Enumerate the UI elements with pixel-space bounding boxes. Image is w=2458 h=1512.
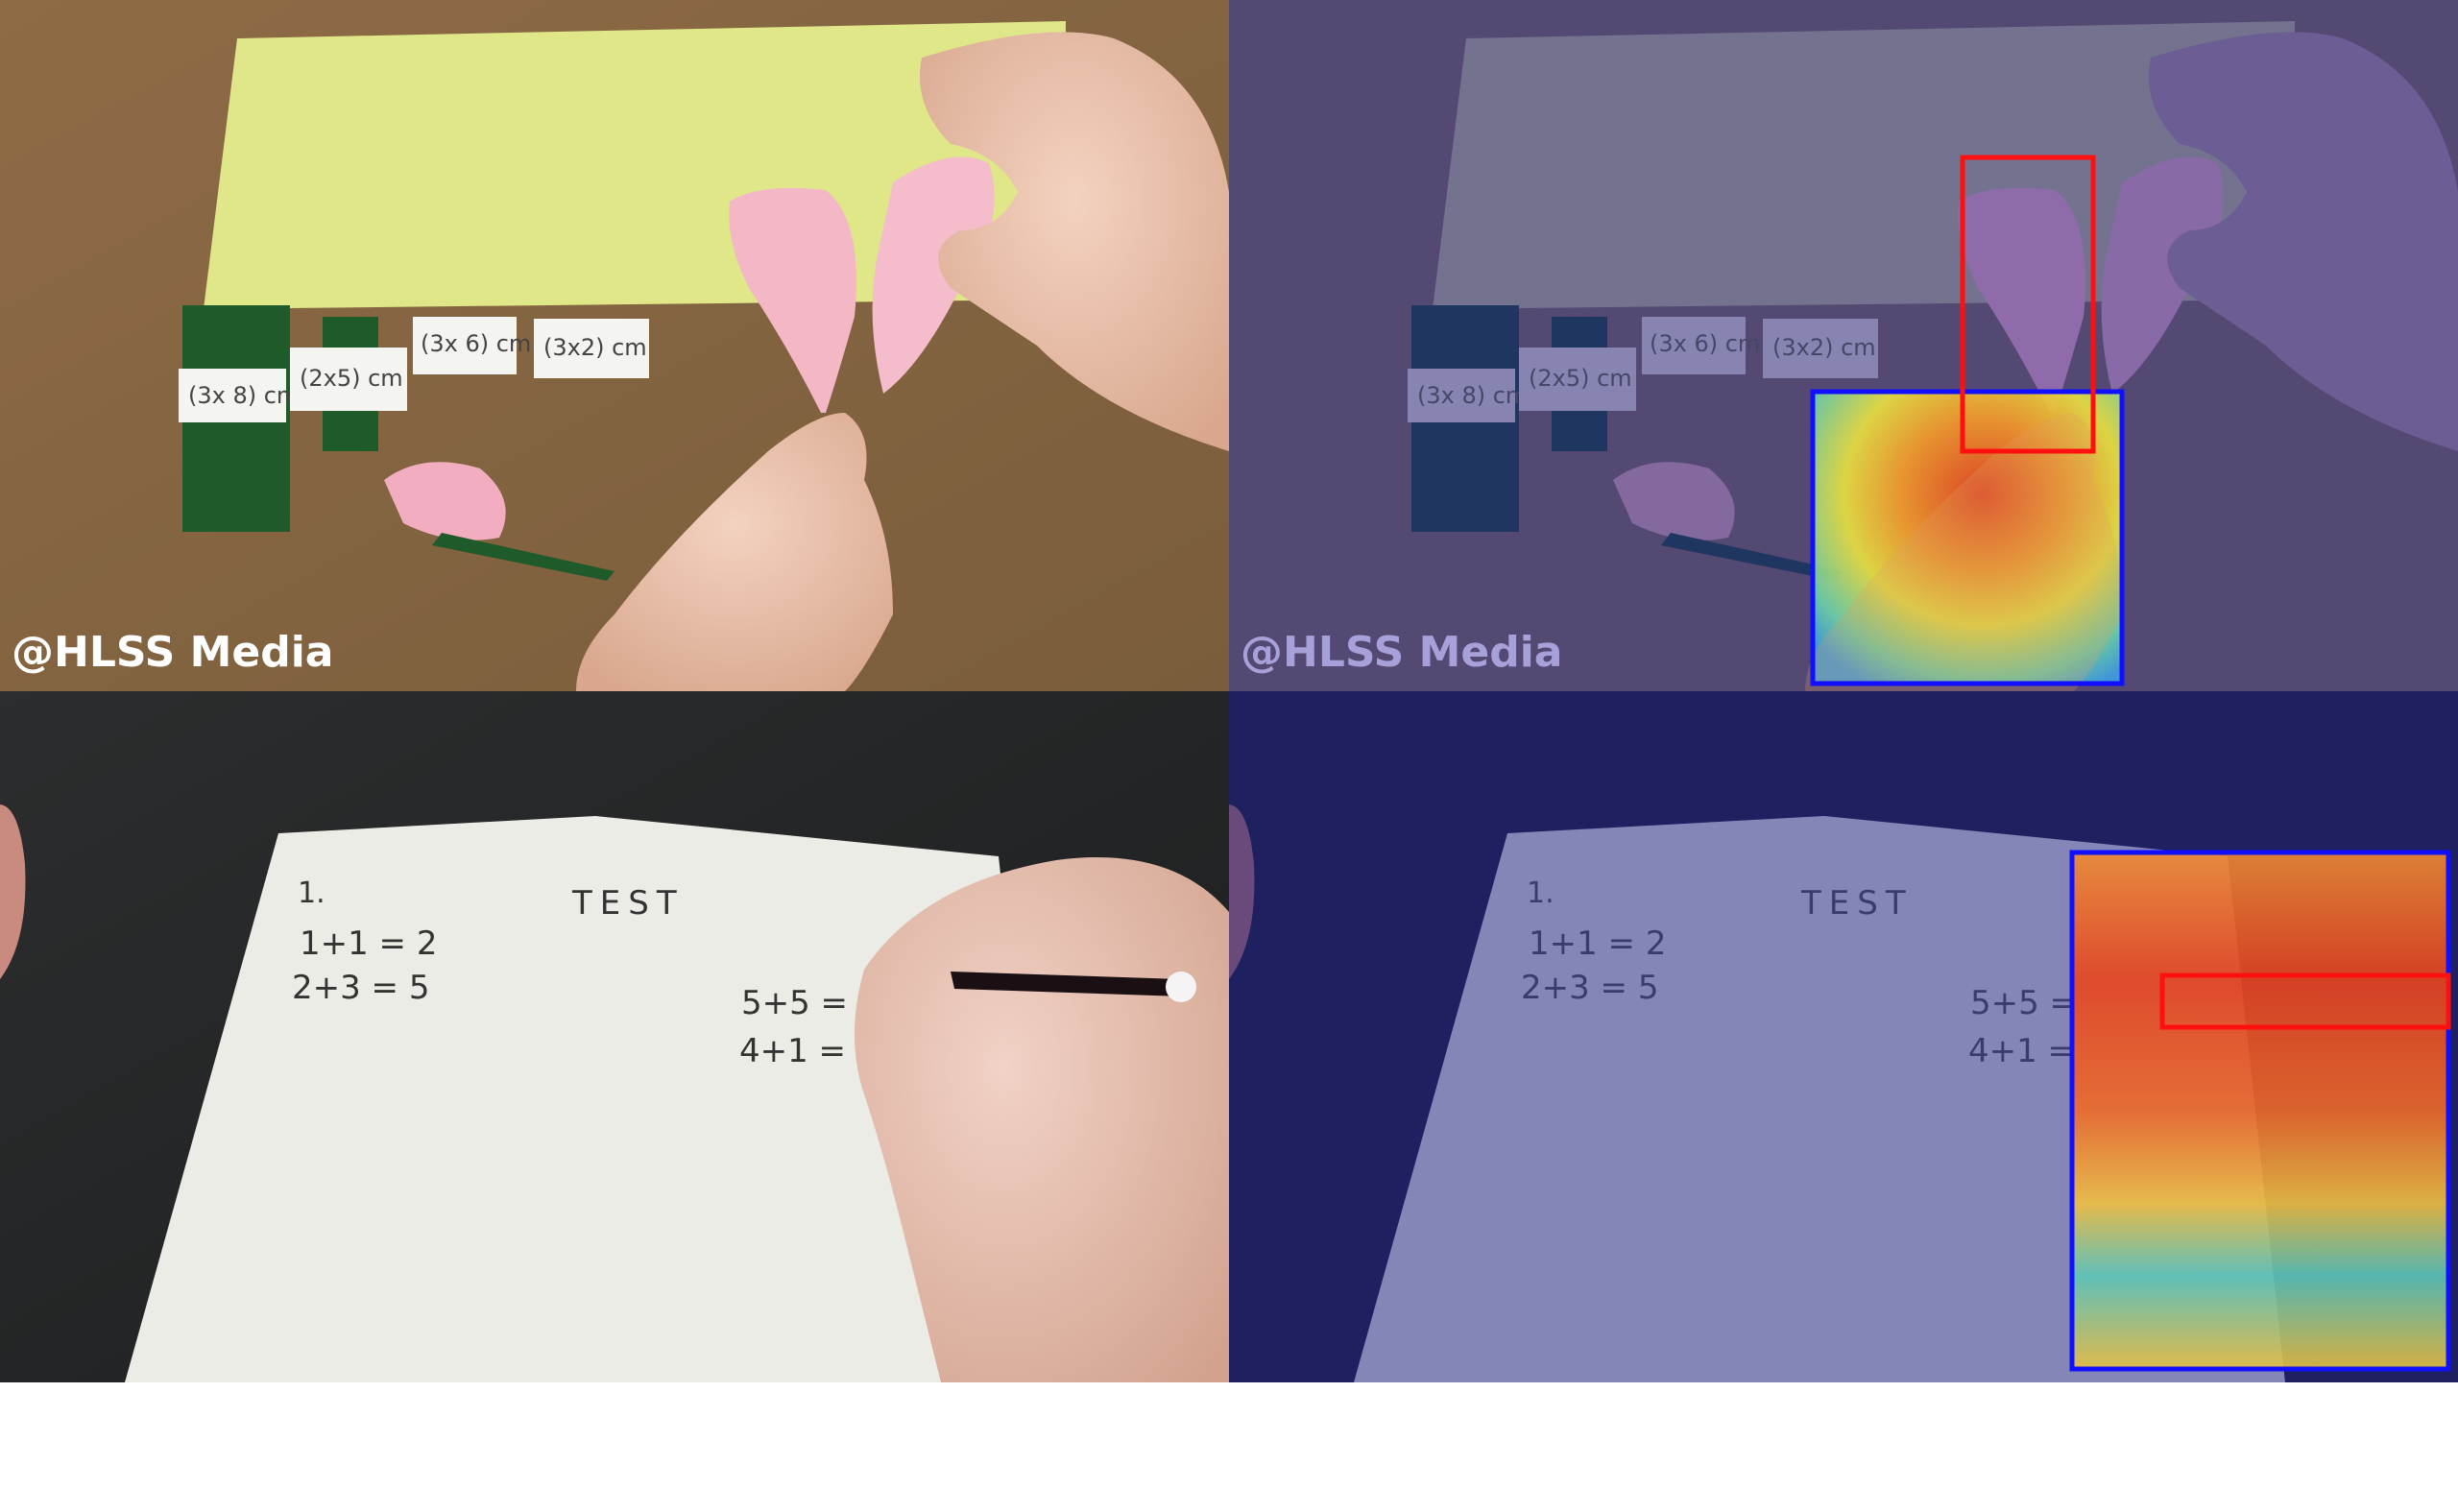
size-label-card: (3x2) cm [534,319,649,378]
size-label-text: (3x 6) cm [421,330,531,357]
watermark-text: @HLSS Media [1241,628,1562,677]
test-title: TEST [1800,884,1914,923]
equation: 4+1 = [739,1032,846,1070]
writing-frame-heatmap: 1. TEST 1+1 = 2 2+3 = 5 5+5 = 4+1 = [1229,691,2458,1382]
bottom-margin [0,1382,2458,1512]
test-title: TEST [571,884,685,923]
craft-scene-overlay: (3x 8) cm (2x5) cm (3x 6) cm (3x2) cm @H… [1229,0,2458,691]
watermark-text: @HLSS Media [12,628,333,677]
equation: 4+1 = [1968,1032,2075,1070]
equation: 2+3 = 5 [1521,969,1659,1007]
size-label-card: (3x 6) cm [413,317,531,374]
pen-cap [1166,972,1196,1002]
craft-frame-heatmap: (3x 8) cm (2x5) cm (3x 6) cm (3x2) cm @H… [1229,0,2458,691]
question-number: 1. [298,876,325,910]
writing-scene: 1. TEST 1+1 = 2 2+3 = 5 5+5 = 4+1 = [0,691,1229,1382]
size-label-card: (2x5) cm [290,348,407,411]
question-number: 1. [1527,876,1554,910]
craft-frame-original: (3x 8) cm (2x5) cm (3x 6) cm (3x2) cm @H… [0,0,1229,691]
attention-heatmap [2072,852,2448,1369]
writing-scene-overlay: 1. TEST 1+1 = 2 2+3 = 5 5+5 = 4+1 = [1229,691,2458,1382]
equation: 1+1 = 2 [300,924,438,963]
craft-scene: (3x 8) cm (2x5) cm (3x 6) cm (3x2) cm @H… [0,0,1229,691]
equation: 5+5 = [741,984,848,1022]
size-label-card: (3x 8) cm [179,369,299,422]
equation: 2+3 = 5 [292,969,430,1007]
writing-frame-original: 1. TEST 1+1 = 2 2+3 = 5 5+5 = 4+1 = [0,691,1229,1382]
size-label-text: (3x2) cm [543,334,647,361]
size-label-text: (2x5) cm [300,365,403,392]
equation: 1+1 = 2 [1529,924,1667,963]
equation: 5+5 = [1970,984,2077,1022]
size-label-text: (3x 8) cm [188,382,299,409]
